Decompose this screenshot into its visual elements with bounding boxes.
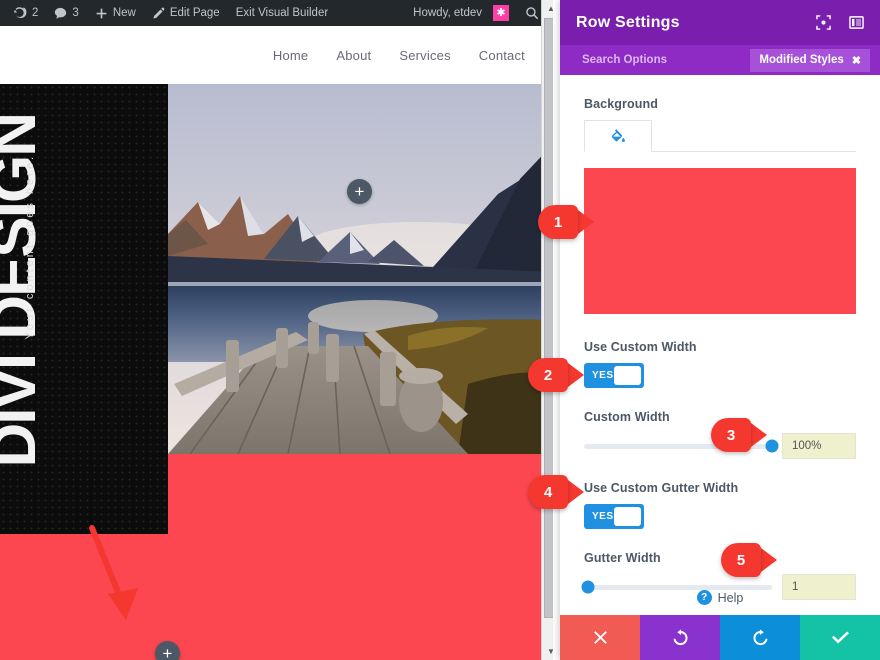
cancel-button[interactable] [560, 615, 640, 660]
paint-bucket-icon[interactable] [584, 120, 652, 152]
visual-builder-canvas: DIVI DESIGN Your content goes here. + + … [0, 84, 553, 660]
step-marker-1: 1 [538, 205, 594, 239]
adminbar-edit-page[interactable]: Edit Page [144, 0, 228, 26]
toggle-knob [614, 507, 641, 526]
save-button[interactable] [800, 615, 880, 660]
modified-styles-badge[interactable]: Modified Styles ✖ [750, 48, 870, 72]
panel-body: Background Use Custom Width YES Custom W… [560, 75, 880, 615]
use-custom-gutter-width-field: Use Custom Gutter Width YES [584, 481, 856, 529]
panel-search-bar: Modified Styles ✖ [560, 45, 880, 75]
adminbar-exit-visual-builder[interactable]: Exit Visual Builder [228, 0, 336, 26]
scrollbar-thumb[interactable] [544, 18, 553, 618]
marker-number: 2 [528, 358, 568, 392]
gutter-width-label: Gutter Width [584, 551, 661, 565]
gutter-width-slider-track[interactable] [581, 580, 772, 594]
use-custom-gutter-width-label: Use Custom Gutter Width [584, 481, 739, 495]
step-marker-4: 4 [528, 475, 584, 509]
add-row-bottom-button[interactable]: + [155, 641, 180, 660]
marker-number: 4 [528, 475, 568, 509]
use-custom-width-toggle-label: YES [592, 370, 614, 381]
custom-width-value[interactable]: 100% [782, 433, 856, 459]
site-navigation: Home About Services Contact [0, 26, 553, 84]
focus-target-icon[interactable] [816, 15, 831, 30]
modified-styles-label: Modified Styles [759, 54, 844, 66]
adminbar-howdy: Howdy, etdev [413, 7, 482, 19]
close-icon[interactable]: ✖ [852, 54, 861, 67]
panel-header-icons [816, 15, 864, 30]
adminbar-new-label: New [112, 7, 136, 19]
scrollbar-up-arrow-icon[interactable]: ▲ [542, 0, 553, 17]
redo-button[interactable] [720, 615, 800, 660]
comments-icon [54, 7, 67, 20]
hero-vertical-subtitle: Your content goes here. [24, 154, 36, 340]
step-marker-5: 5 [721, 543, 777, 577]
adminbar-exit-label: Exit Visual Builder [235, 7, 329, 19]
scrollbar-down-arrow-icon[interactable]: ▼ [542, 643, 553, 660]
background-color-swatch[interactable] [584, 168, 856, 314]
marker-number: 5 [721, 543, 761, 577]
updates-icon [14, 6, 27, 20]
panel-title: Row Settings [576, 13, 680, 31]
undo-button[interactable] [640, 615, 720, 660]
use-custom-gutter-width-toggle-label: YES [592, 511, 614, 522]
use-custom-width-field: Use Custom Width YES [584, 340, 856, 388]
background-label: Background [584, 97, 658, 111]
custom-width-slider-knob[interactable] [765, 439, 779, 453]
use-custom-gutter-width-toggle[interactable]: YES [584, 504, 644, 529]
use-custom-width-label: Use Custom Width [584, 340, 697, 354]
hero-image [168, 84, 553, 454]
use-custom-width-toggle[interactable]: YES [584, 363, 644, 388]
adminbar-new[interactable]: New [87, 0, 144, 26]
step-marker-3: 3 [711, 418, 767, 452]
dark-content-column: DIVI DESIGN Your content goes here. [0, 84, 168, 534]
nav-link-services[interactable]: Services [399, 48, 450, 63]
nav-link-about[interactable]: About [336, 48, 371, 63]
search-icon [525, 6, 539, 20]
panel-action-bar [560, 615, 880, 660]
nav-link-contact[interactable]: Contact [479, 48, 525, 63]
comments-count: 3 [72, 7, 79, 19]
panel-layout-icon[interactable] [849, 15, 864, 30]
adminbar-edit-label: Edit Page [169, 7, 220, 19]
background-tab-strip [584, 120, 856, 152]
updates-count: 2 [32, 7, 39, 19]
marker-number: 1 [538, 205, 578, 239]
pencil-icon [152, 7, 165, 20]
preview-scrollbar[interactable]: ▲ ▼ [541, 0, 553, 660]
plus-icon [95, 7, 108, 20]
site-preview: 2 3 New Edit Page Exit Visual Builder Ho… [0, 0, 553, 660]
adminbar-updates[interactable]: 2 [6, 0, 46, 26]
panel-header: Row Settings [560, 0, 880, 45]
help-label: Help [717, 590, 744, 605]
add-row-top-button[interactable]: + [347, 179, 372, 204]
search-input[interactable] [582, 54, 751, 66]
annotation-arrow-icon [89, 525, 138, 620]
marker-number: 3 [711, 418, 751, 452]
wordpress-admin-bar: 2 3 New Edit Page Exit Visual Builder Ho… [0, 0, 553, 26]
nav-link-home[interactable]: Home [273, 48, 308, 63]
row-settings-panel: Row Settings Modified Styles ✖ Backgroun… [560, 0, 880, 660]
avatar-icon: ✱ [493, 5, 509, 21]
step-marker-2: 2 [528, 358, 584, 392]
question-mark-icon: ? [696, 590, 712, 605]
adminbar-comments[interactable]: 3 [46, 0, 86, 26]
help-row[interactable]: ? Help [560, 590, 880, 605]
adminbar-account[interactable]: Howdy, etdev ✱ [405, 0, 517, 26]
toggle-knob [614, 366, 641, 385]
